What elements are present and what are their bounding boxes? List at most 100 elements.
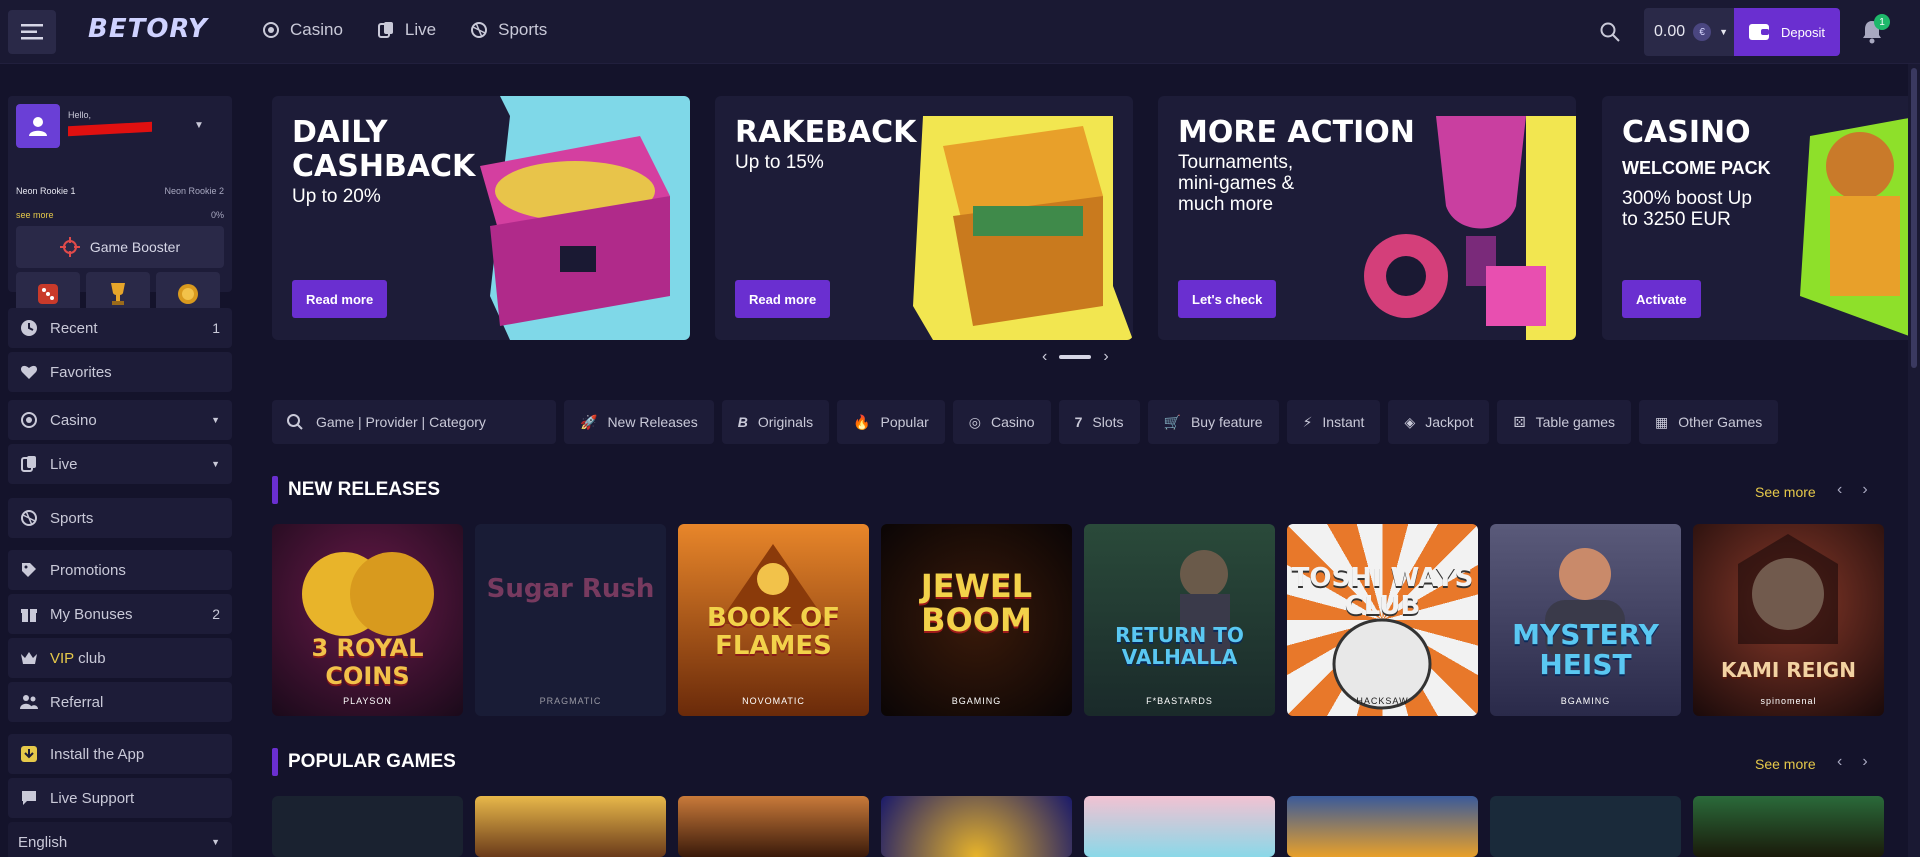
chip-new-releases[interactable]: 🚀 New Releases: [564, 400, 714, 444]
read-more-button[interactable]: Read more: [735, 280, 831, 318]
chip-instant[interactable]: ⚡ Instant: [1286, 400, 1381, 444]
chevron-left-icon[interactable]: ‹: [1042, 348, 1047, 366]
game-card[interactable]: [272, 796, 463, 857]
game-card[interactable]: [1287, 796, 1478, 857]
game-card[interactable]: RETURN TO VALHALLA F*BASTARDS: [1084, 524, 1275, 716]
promo-banner-rakeback[interactable]: RAKEBACK Up to 15% Read more: [715, 96, 1133, 340]
game-card[interactable]: Sugar Rush PRAGMATIC: [475, 524, 666, 716]
promo-banner-more-action[interactable]: MORE ACTION Tournaments, mini-games & mu…: [1158, 96, 1576, 340]
hamburger-menu-button[interactable]: [8, 10, 56, 54]
top-nav-live[interactable]: Live: [377, 20, 436, 40]
page-scrollbar[interactable]: [1908, 64, 1920, 857]
sidebar-item-label: Favorites: [50, 363, 112, 381]
chip-slots[interactable]: 7 Slots: [1058, 400, 1140, 444]
game-card[interactable]: 3 ROYAL COINS PLAYSON: [272, 524, 463, 716]
top-nav-label: Casino: [290, 20, 343, 39]
sidebar-item-install-app[interactable]: Install the App: [8, 734, 232, 774]
game-card[interactable]: MYSTERY HEIST BGAMING: [1490, 524, 1681, 716]
game-title: TOSHI WAYS CLUB: [1291, 563, 1474, 621]
game-title: BOOK OF FLAMES: [706, 603, 841, 661]
game-card[interactable]: KAMI REIGN spinomenal: [1693, 524, 1884, 716]
scrollbar-thumb[interactable]: [1911, 68, 1917, 368]
top-nav-sports[interactable]: Sports: [470, 20, 547, 40]
popular-arrows: ‹ ›: [1837, 753, 1868, 771]
logo[interactable]: BETORY: [88, 14, 208, 44]
game-booster-button[interactable]: Game Booster: [16, 226, 224, 268]
language-select[interactable]: English ▼: [8, 822, 232, 857]
game-card[interactable]: [678, 796, 869, 857]
sidebar-item-promotions[interactable]: Promotions: [8, 550, 232, 590]
live-cards-icon: [377, 22, 393, 38]
chevron-right-icon[interactable]: ›: [1862, 481, 1867, 499]
sidebar-item-favorites[interactable]: Favorites: [8, 352, 232, 392]
sidebar-item-recent[interactable]: Recent 1: [8, 308, 232, 348]
cart-icon: 🛒: [1163, 413, 1181, 430]
see-more-link[interactable]: see more: [16, 210, 54, 220]
game-search-input[interactable]: Game | Provider | Category: [272, 400, 556, 444]
promo-banner-casino-welcome[interactable]: CASINO WELCOME PACK 300% boost Up to 325…: [1602, 96, 1920, 340]
new-releases-row: 3 ROYAL COINS PLAYSON Sugar Rush PRAGMAT…: [272, 524, 1884, 716]
game-card[interactable]: TOSHI WAYS CLUB HACKSAW: [1287, 524, 1478, 716]
game-card[interactable]: [1490, 796, 1681, 857]
banner-subtitle: Up to 15%: [735, 152, 824, 173]
sports-ball-icon: [471, 22, 488, 38]
chip-casino[interactable]: ◎ Casino: [952, 400, 1051, 444]
game-card[interactable]: [1693, 796, 1884, 857]
chip-originals[interactable]: B Originals: [721, 400, 830, 444]
recent-count: 1: [212, 320, 220, 336]
game-card[interactable]: [881, 796, 1072, 857]
flame-icon: 🔥: [853, 413, 871, 430]
sidebar-item-label: Sports: [50, 509, 94, 527]
top-nav-label: Live: [404, 20, 437, 39]
sidebar-item-label: Live Support: [50, 789, 135, 807]
deposit-button[interactable]: Deposit: [1734, 8, 1840, 56]
sidebar-item-live[interactable]: Live ▼: [8, 444, 232, 484]
see-more-new-releases[interactable]: See more: [1755, 484, 1816, 500]
sidebar-group-sports: Sports: [8, 498, 232, 542]
chevron-down-icon[interactable]: ▼: [194, 120, 204, 131]
chevron-left-icon[interactable]: ‹: [1837, 753, 1842, 771]
promo-banner-cashback[interactable]: DAILY CASHBACK Up to 20% Read more: [272, 96, 690, 340]
sidebar: Hello, ▼ Neon Rookie 1 Neon Rookie 2 see…: [0, 64, 248, 857]
chip-popular[interactable]: 🔥 Popular: [837, 400, 945, 444]
chevron-right-icon[interactable]: ›: [1103, 348, 1108, 366]
chip-table-games[interactable]: ⚄ Table games: [1497, 400, 1632, 444]
chevron-left-icon[interactable]: ‹: [1837, 481, 1842, 499]
game-card[interactable]: BOOK OF FLAMES NOVOMATIC: [678, 524, 869, 716]
sidebar-item-my-bonuses[interactable]: My Bonuses 2: [8, 594, 232, 634]
chip-other-games[interactable]: ▦ Other Games: [1639, 400, 1779, 444]
game-card[interactable]: [475, 796, 666, 857]
game-provider: BGAMING: [1560, 696, 1611, 706]
game-card[interactable]: JEWEL BOOM BGAMING: [881, 524, 1072, 716]
user-icon: [29, 117, 47, 136]
sidebar-item-live-support[interactable]: Live Support: [8, 778, 232, 818]
chevron-down-icon: ▼: [211, 459, 220, 469]
sidebar-item-referral[interactable]: Referral: [8, 682, 232, 722]
crosshair-icon: [59, 237, 80, 257]
balance-dropdown[interactable]: 0.00 € ▼: [1644, 8, 1736, 56]
game-card[interactable]: [1084, 796, 1275, 857]
rank-current: Neon Rookie 1: [16, 186, 76, 196]
deposit-label: Deposit: [1780, 24, 1826, 40]
search-icon[interactable]: [1598, 20, 1622, 44]
sidebar-item-label: Recent: [50, 319, 98, 337]
category-filters: Game | Provider | Category 🚀 New Releases…: [272, 400, 1779, 444]
sidebar-item-casino[interactable]: Casino ▼: [8, 400, 232, 440]
lets-check-button[interactable]: Let's check: [1178, 280, 1277, 318]
chevron-right-icon[interactable]: ›: [1862, 753, 1867, 771]
dice-icon: [38, 284, 58, 304]
live-cards-icon: [21, 456, 36, 472]
avatar[interactable]: [16, 104, 60, 148]
chip-buy-feature[interactable]: 🛒 Buy feature: [1147, 400, 1279, 444]
chip-jackpot[interactable]: ◈ Jackpot: [1388, 400, 1490, 444]
sidebar-group-support: Install the App Live Support English ▼: [8, 734, 232, 857]
rank-progress: 0%: [210, 210, 224, 220]
sidebar-item-sports[interactable]: Sports: [8, 498, 232, 538]
banner-title: DAILY CASHBACK: [292, 115, 476, 184]
sidebar-item-vip-club[interactable]: VIP club: [8, 638, 232, 678]
see-more-popular[interactable]: See more: [1755, 756, 1816, 772]
read-more-button[interactable]: Read more: [292, 280, 388, 318]
activate-button[interactable]: Activate: [1622, 280, 1701, 318]
game-title: JEWEL BOOM: [920, 567, 1033, 639]
top-nav-casino[interactable]: Casino: [262, 20, 343, 40]
